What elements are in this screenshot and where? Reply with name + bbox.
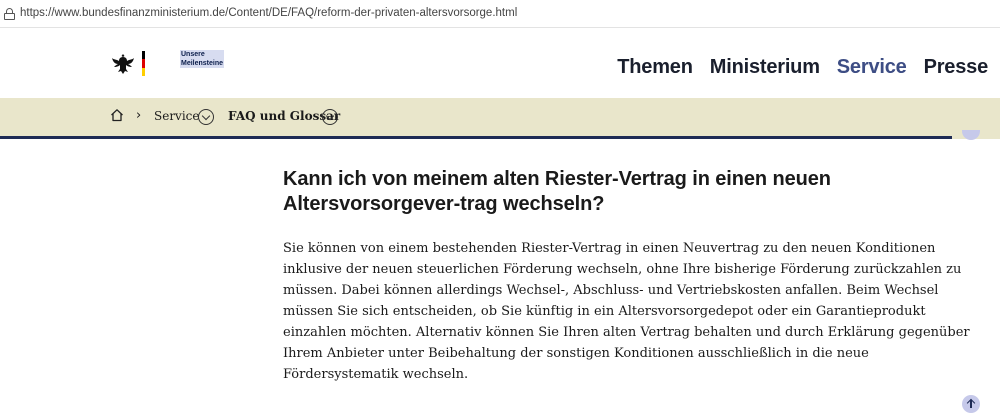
main-navigation: Themen Ministerium Service Presse — [617, 56, 988, 79]
url-text[interactable]: https://www.bundesfinanzministerium.de/C… — [20, 7, 517, 19]
breadcrumb-item-service[interactable]: Service — [154, 109, 200, 123]
breadcrumb-separator: › — [136, 108, 142, 123]
milestones-line2: Meilensteine — [181, 60, 224, 67]
reading-progress-bar — [0, 136, 952, 139]
browser-address-bar[interactable]: https://www.bundesfinanzministerium.de/C… — [0, 0, 1000, 28]
nav-themen[interactable]: Themen — [617, 56, 693, 79]
home-icon[interactable] — [110, 108, 124, 122]
federal-eagle-icon[interactable] — [111, 52, 135, 76]
lock-icon — [4, 8, 15, 20]
chevron-down-icon[interactable] — [322, 109, 338, 125]
site-header: Unsere Meilensteine Themen Ministerium S… — [0, 28, 1000, 98]
arrow-up-icon[interactable] — [962, 395, 980, 413]
breadcrumb: › Service FAQ und Glossar — [0, 98, 1000, 136]
nav-ministerium[interactable]: Ministerium — [710, 56, 820, 79]
nav-service[interactable]: Service — [837, 56, 907, 79]
milestones-line1: Unsere — [181, 51, 205, 58]
faq-question: Kann ich von meinem alten Riester-Vertra… — [283, 168, 831, 215]
nav-presse[interactable]: Presse — [924, 56, 989, 79]
german-flag-bar — [142, 51, 145, 76]
faq-answer: Sie können von einem bestehenden Riester… — [283, 241, 970, 382]
milestones-link[interactable]: Unsere Meilensteine — [180, 50, 225, 68]
chevron-down-icon[interactable] — [198, 109, 214, 125]
